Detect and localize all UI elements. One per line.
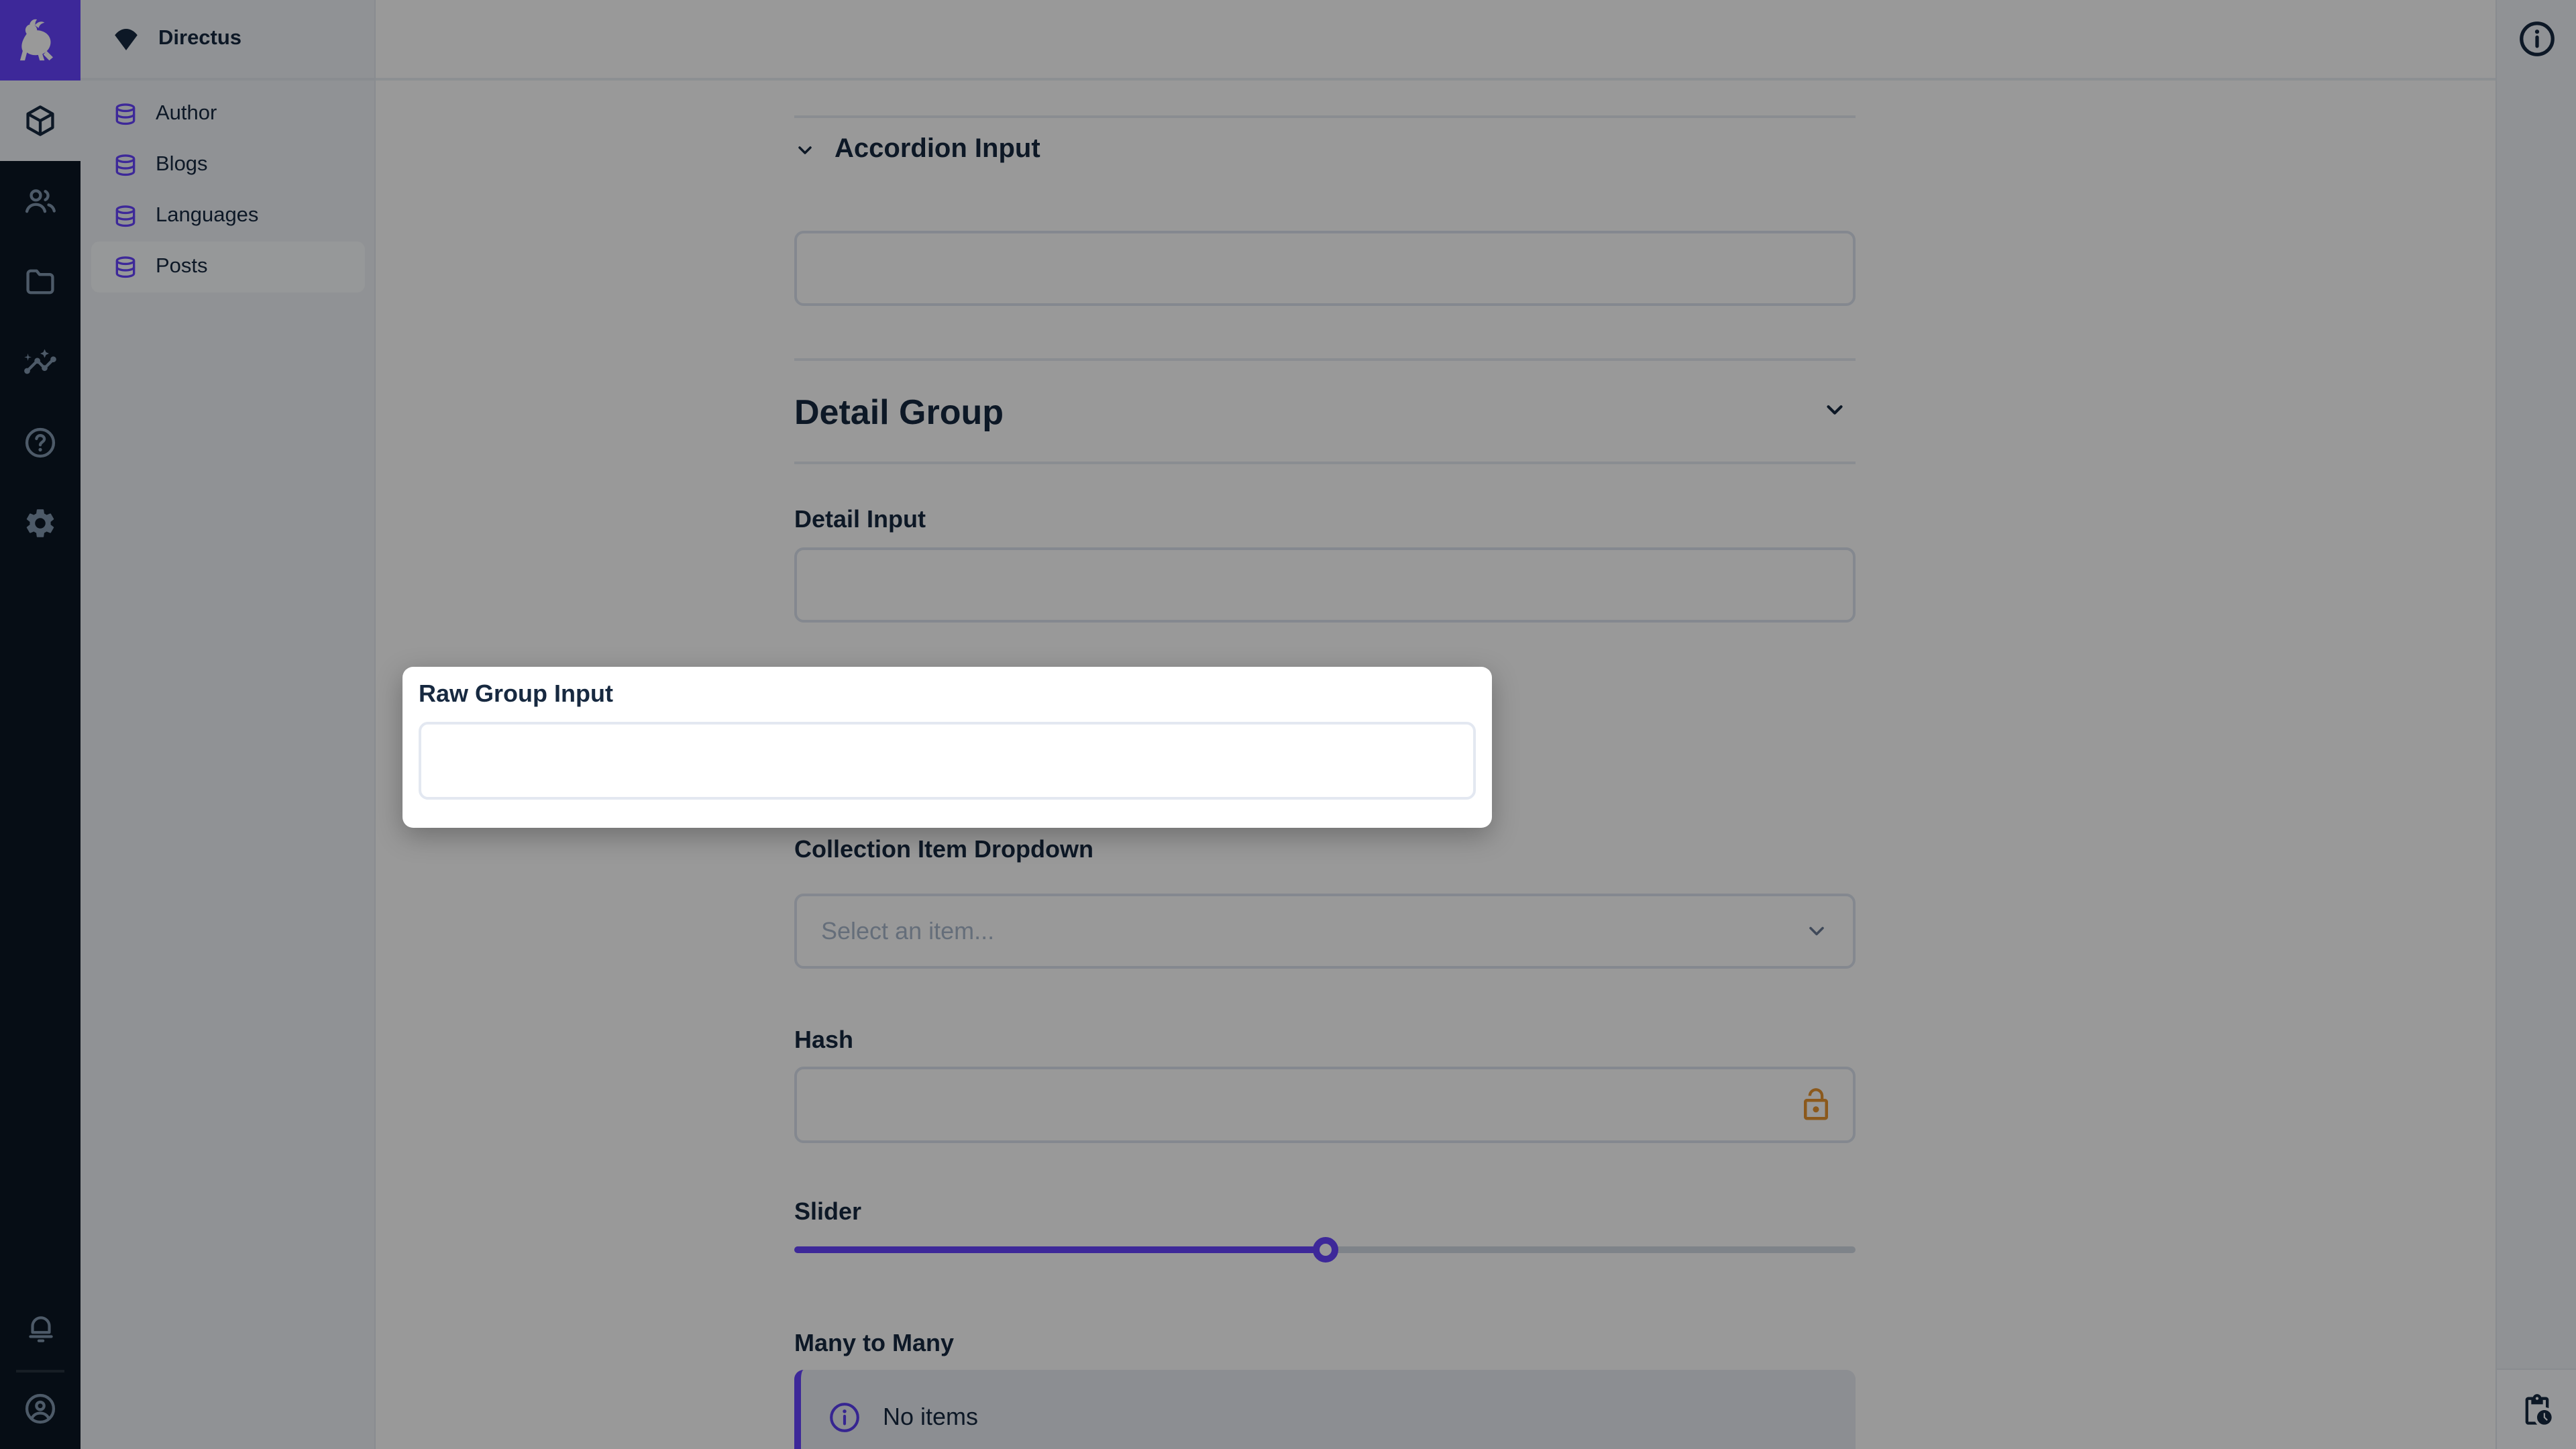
raw-group-input-label: Raw Group Input <box>419 680 1476 708</box>
app-window: Accordion Input Detail Group Detail Inpu… <box>0 0 2576 1449</box>
raw-group-input-field[interactable] <box>419 722 1476 800</box>
raw-group-input-card: Raw Group Input <box>402 667 1492 828</box>
